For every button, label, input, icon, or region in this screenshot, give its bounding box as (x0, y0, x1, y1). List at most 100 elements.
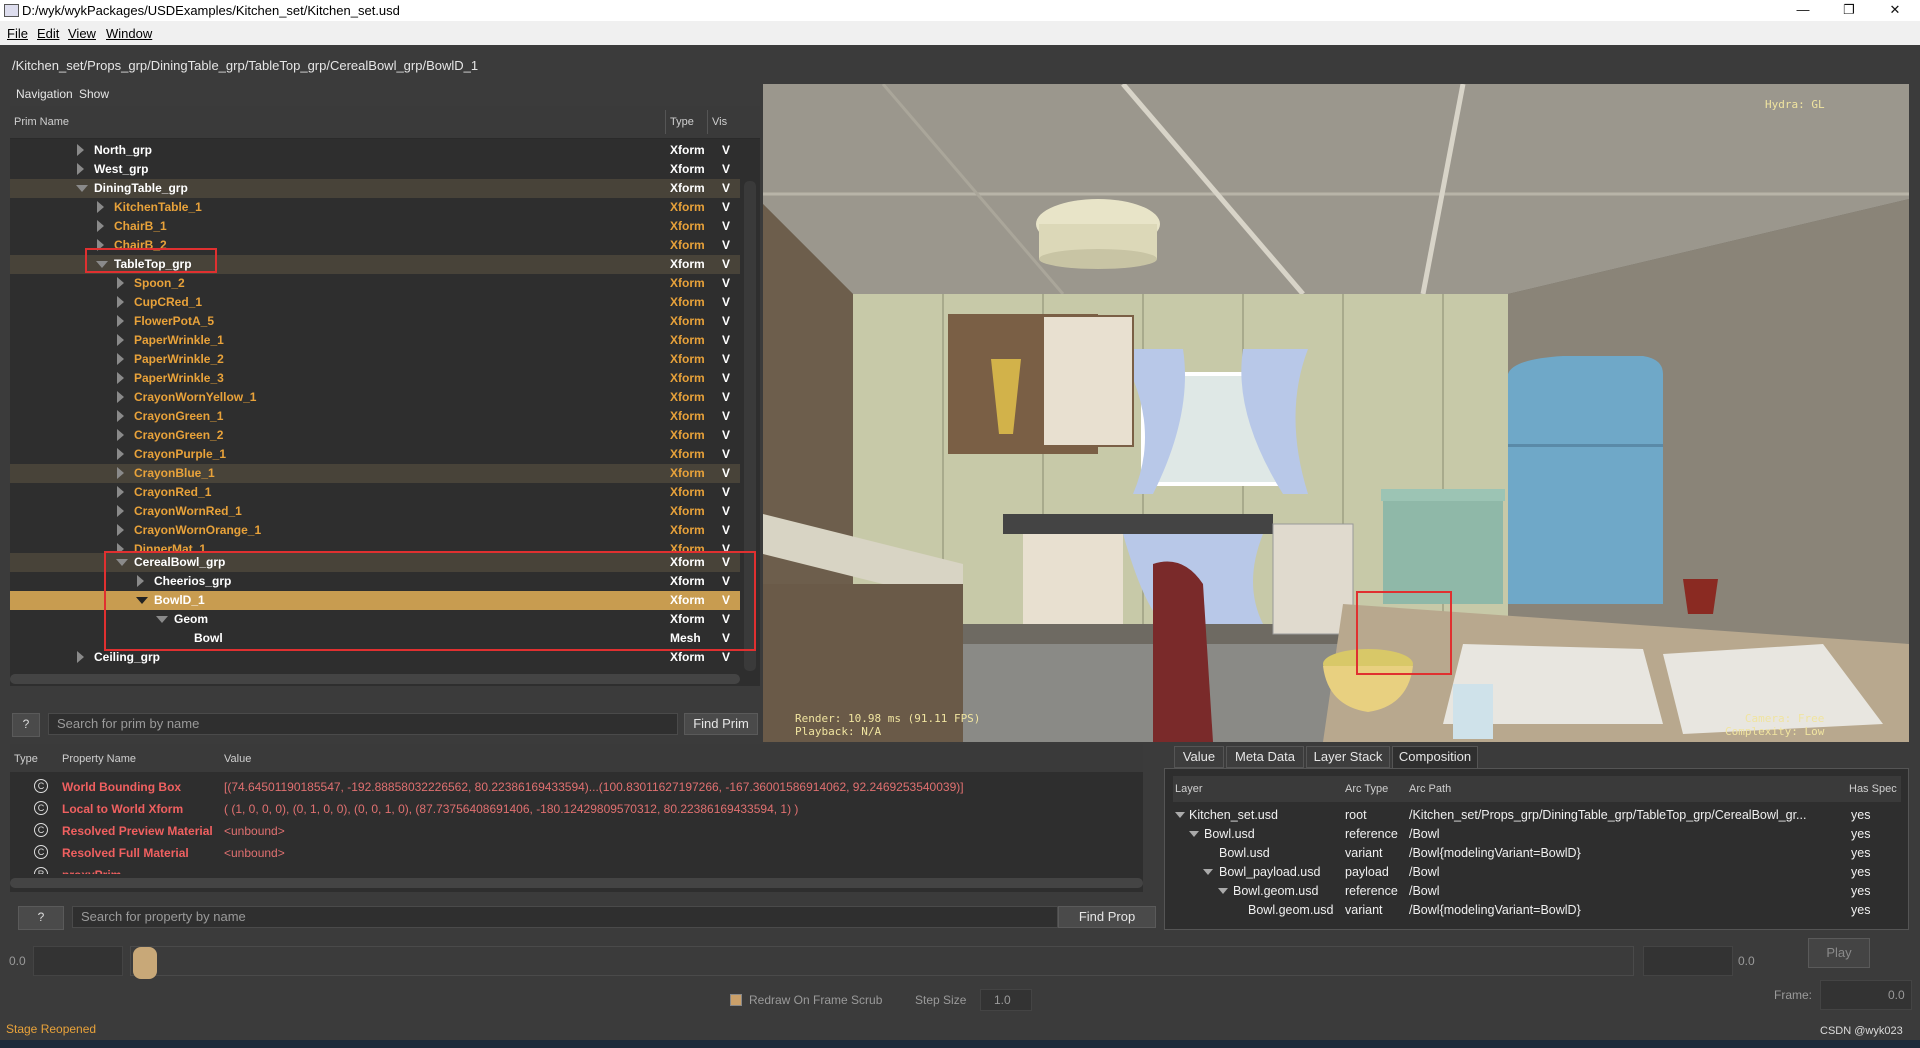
composition-row[interactable]: Bowl.geom.usd variant/Bowl{modelingVarian… (1173, 901, 1901, 920)
tree-row[interactable]: CrayonBlue_1 Xform V (10, 464, 740, 483)
redraw-checkbox[interactable] (730, 994, 742, 1006)
frame-slider-handle[interactable] (133, 947, 157, 979)
tab-value[interactable]: Value (1174, 746, 1224, 768)
prim-tree-header: Prim Name Type Vis (10, 106, 760, 139)
end-frame-field[interactable] (1643, 946, 1733, 976)
tab-layer-stack[interactable]: Layer Stack (1306, 746, 1390, 768)
tree-row[interactable]: CrayonGreen_1 Xform V (10, 407, 740, 426)
menu-edit[interactable]: Edit (37, 26, 59, 41)
camera-stats: Camera: Free Complexity: Low (1725, 712, 1825, 738)
tree-row[interactable]: CrayonGreen_2 Xform V (10, 426, 740, 445)
redraw-label: Redraw On Frame Scrub (749, 993, 883, 1007)
header-value[interactable]: Value (224, 753, 251, 765)
menu-window[interactable]: Window (106, 26, 152, 41)
composition-row[interactable]: Bowl.geom.usd reference/Bowl yes (1173, 882, 1901, 901)
computed-property-icon: C (34, 801, 48, 815)
tree-row[interactable]: CrayonPurple_1 Xform V (10, 445, 740, 464)
step-size-value: 1.0 (994, 993, 1011, 1007)
header-layer[interactable]: Layer (1175, 783, 1203, 795)
tree-row[interactable]: KitchenTable_1 Xform V (10, 198, 740, 217)
tree-row[interactable]: PaperWrinkle_2 Xform V (10, 350, 740, 369)
header-arc-path[interactable]: Arc Path (1409, 783, 1451, 795)
tree-row[interactable]: CupCRed_1 Xform V (10, 293, 740, 312)
tree-row[interactable]: CrayonWornRed_1 Xform V (10, 502, 740, 521)
tree-row[interactable]: CrayonWornYellow_1 Xform V (10, 388, 740, 407)
composition-row[interactable]: Bowl.usd reference/Bowl yes (1173, 825, 1901, 844)
navigation-menu[interactable]: Navigation (16, 87, 73, 101)
annotation-box (85, 248, 217, 273)
tree-horizontal-scrollbar[interactable] (10, 674, 740, 684)
minimize-button[interactable]: — (1780, 0, 1826, 21)
tree-row[interactable]: DiningTable_grp Xform V (10, 179, 740, 198)
header-type[interactable]: Type (670, 116, 694, 128)
property-search-bar: ? Search for property by name Find Prop (10, 904, 1160, 930)
find-prop-button[interactable]: Find Prop (1058, 906, 1156, 928)
tree-row[interactable]: West_grp Xform V (10, 160, 740, 179)
status-message: Stage Reopened (6, 1022, 97, 1036)
header-prim-name[interactable]: Prim Name (14, 116, 69, 128)
render-stats: Render: 10.98 ms (91.11 FPS) Playback: N… (795, 712, 981, 738)
close-button[interactable]: ✕ (1872, 0, 1918, 21)
property-row[interactable]: C Resolved Preview Material <unbound> (10, 820, 1143, 842)
taskbar-strip (0, 1040, 1920, 1048)
app-icon (4, 4, 19, 17)
property-row[interactable]: C World Bounding Box [(74.64501190185547, … (10, 776, 1143, 798)
inspector-tabs: Value Meta Data Layer Stack Composition (1164, 746, 1909, 768)
tree-row[interactable]: ChairB_1 Xform V (10, 217, 740, 236)
header-vis[interactable]: Vis (712, 116, 727, 128)
3d-viewport[interactable]: Hydra: GL Render: 10.98 ms (91.11 FPS) P… (763, 84, 1909, 742)
tree-row[interactable]: North_grp Xform V (10, 141, 740, 160)
start-frame-label: 0.0 (9, 954, 26, 968)
property-horizontal-scrollbar[interactable] (10, 878, 1143, 888)
menu-bar: File Edit View Window (0, 21, 1920, 45)
prim-path-bar: /Kitchen_set/Props_grp/DiningTable_grp/T… (0, 45, 1920, 82)
tree-row[interactable]: CrayonRed_1 Xform V (10, 483, 740, 502)
timeline-panel: 0.0 0.0 Play Redraw On Frame Scrub Step … (0, 936, 1920, 1048)
prim-search-help-button[interactable]: ? (12, 713, 40, 737)
composition-header: Layer Arc Type Arc Path Has Spec (1173, 776, 1901, 802)
play-button[interactable]: Play (1808, 938, 1870, 968)
tree-row[interactable]: Spoon_2 Xform V (10, 274, 740, 293)
watermark-credit: CSDN @wyk023 (1820, 1025, 1903, 1037)
menu-view[interactable]: View (68, 26, 96, 41)
tree-row[interactable]: PaperWrinkle_3 Xform V (10, 369, 740, 388)
property-table-header: Type Property Name Value (10, 744, 1143, 772)
header-has-spec[interactable]: Has Spec (1849, 783, 1897, 795)
find-prim-button[interactable]: Find Prim (684, 713, 758, 735)
property-row[interactable]: C Resolved Full Material <unbound> (10, 842, 1143, 864)
tab-meta-data[interactable]: Meta Data (1226, 746, 1304, 768)
prim-path[interactable]: /Kitchen_set/Props_grp/DiningTable_grp/T… (12, 58, 478, 73)
window-title-bar: D:/wyk/wykPackages/USDExamples/Kitchen_s… (0, 0, 1920, 21)
show-menu[interactable]: Show (79, 87, 109, 101)
composition-row[interactable]: Bowl_payload.usd payload/Bowl yes (1173, 863, 1901, 882)
property-row[interactable]: RproxyPrim (10, 864, 1143, 874)
tree-row[interactable]: PaperWrinkle_1 Xform V (10, 331, 740, 350)
property-search-help-button[interactable]: ? (18, 906, 64, 930)
start-frame-field[interactable] (33, 946, 123, 976)
computed-property-icon: C (34, 779, 48, 793)
header-arc-type[interactable]: Arc Type (1345, 783, 1388, 795)
property-row[interactable]: C Local to World Xform( (1, 0, 0, 0), (0,… (10, 798, 1143, 820)
tab-composition[interactable]: Composition (1392, 746, 1478, 768)
window-title: D:/wyk/wykPackages/USDExamples/Kitchen_s… (22, 3, 400, 18)
annotation-box (104, 551, 756, 651)
frame-slider-track[interactable] (130, 946, 1634, 976)
composition-row[interactable]: Kitchen_set.usd root/Kitchen_set/Props_gr… (1173, 806, 1901, 825)
step-size-label: Step Size (915, 993, 967, 1007)
frame-label: Frame: (1774, 988, 1813, 1002)
renderer-label[interactable]: Hydra: GL (1765, 98, 1825, 111)
composition-row[interactable]: Bowl.usd variant/Bowl{modelingVariant=Bow… (1173, 844, 1901, 863)
prim-search-input[interactable]: Search for prim by name (48, 713, 678, 735)
property-search-input[interactable]: Search for property by name (72, 906, 1058, 928)
menu-file[interactable]: File (7, 26, 28, 41)
tree-menu-bar: Navigation Show (10, 84, 760, 104)
tree-row[interactable]: CrayonWornOrange_1 Xform V (10, 521, 740, 540)
tree-row[interactable]: FlowerPotA_5 Xform V (10, 312, 740, 331)
restore-button[interactable]: ❐ (1826, 0, 1872, 21)
computed-property-icon: C (34, 845, 48, 859)
composition-table: Layer Arc Type Arc Path Has Spec Kitchen… (1164, 768, 1909, 930)
prim-search-bar: ? Search for prim by name Find Prim (10, 711, 760, 737)
end-frame-label: 0.0 (1738, 954, 1755, 968)
header-property-name[interactable]: Property Name (62, 753, 136, 765)
header-type[interactable]: Type (14, 753, 38, 765)
